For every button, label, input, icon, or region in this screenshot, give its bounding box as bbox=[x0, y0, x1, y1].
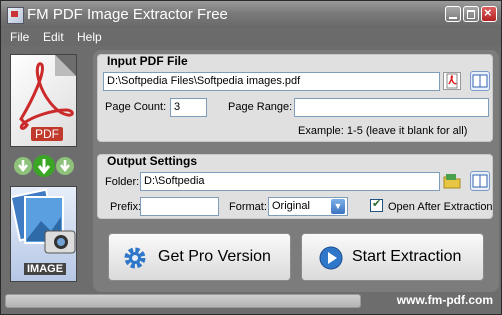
open-after-checkbox[interactable]: ✔ bbox=[370, 198, 383, 212]
app-window: FM PDF Image Extractor Free × File Edit … bbox=[0, 0, 502, 315]
app-icon bbox=[7, 7, 24, 24]
page-range-input[interactable] bbox=[294, 98, 489, 117]
format-label: Format: bbox=[229, 201, 267, 213]
window-title: FM PDF Image Extractor Free bbox=[27, 6, 228, 23]
checkmark-icon: ✔ bbox=[372, 198, 382, 210]
browse-folder-button[interactable] bbox=[470, 171, 490, 191]
image-document-icon: IMAGE bbox=[10, 186, 77, 282]
format-select[interactable]: Original ▼ bbox=[268, 197, 348, 216]
get-pro-version-label: Get Pro Version bbox=[158, 248, 271, 265]
close-button[interactable]: × bbox=[481, 5, 497, 22]
pdf-document-icon: PDF bbox=[10, 54, 77, 147]
minimize-icon bbox=[449, 17, 457, 19]
pdf-file-icon[interactable] bbox=[443, 72, 461, 90]
output-section-title: Output Settings bbox=[107, 154, 197, 168]
play-icon bbox=[319, 246, 343, 270]
page-count-label: Page Count: bbox=[105, 101, 167, 113]
maximize-button[interactable] bbox=[463, 6, 479, 22]
status-bar: www.fm-pdf.com bbox=[1, 292, 501, 314]
input-section-title: Input PDF File bbox=[107, 54, 188, 68]
output-folder-input[interactable]: D:\Softpedia bbox=[140, 172, 440, 191]
browse-file-button[interactable] bbox=[470, 71, 490, 91]
image-label: IMAGE bbox=[24, 263, 67, 275]
main-panel: Input PDF File D:\Softpedia Files\Softpe… bbox=[93, 50, 499, 292]
page-count-input[interactable]: 3 bbox=[170, 98, 207, 117]
pdf-file-path-input[interactable]: D:\Softpedia Files\Softpedia images.pdf bbox=[103, 72, 440, 91]
start-extraction-label: Start Extraction bbox=[352, 248, 462, 265]
book-icon bbox=[472, 74, 488, 88]
open-after-label[interactable]: Open After Extraction bbox=[388, 201, 493, 213]
pdf-label: PDF bbox=[31, 127, 63, 141]
page-range-example: Example: 1-5 (leave it blank for all) bbox=[298, 125, 468, 137]
prefix-label: Prefix: bbox=[110, 201, 142, 213]
menu-file[interactable]: File bbox=[10, 30, 29, 44]
folder-icon[interactable] bbox=[443, 172, 461, 190]
folder-label: Folder: bbox=[105, 176, 140, 188]
chevron-down-icon: ▼ bbox=[331, 199, 345, 214]
prefix-input[interactable] bbox=[140, 197, 219, 216]
menu-edit[interactable]: Edit bbox=[43, 30, 64, 44]
page-range-label: Page Range: bbox=[228, 101, 293, 113]
menu-bar: File Edit Help bbox=[1, 28, 501, 46]
format-value: Original bbox=[272, 200, 310, 212]
title-bar[interactable]: FM PDF Image Extractor Free × bbox=[1, 1, 501, 28]
get-pro-version-button[interactable]: Get Pro Version bbox=[108, 233, 291, 281]
start-extraction-button[interactable]: Start Extraction bbox=[301, 233, 484, 281]
gear-icon bbox=[123, 246, 147, 270]
menu-help[interactable]: Help bbox=[77, 30, 102, 44]
output-settings-group: Output Settings Folder: D:\Softpedia Pre… bbox=[97, 154, 493, 219]
input-pdf-group: Input PDF File D:\Softpedia Files\Softpe… bbox=[97, 54, 493, 142]
close-icon: × bbox=[484, 5, 492, 20]
book-icon bbox=[472, 174, 488, 188]
website-link[interactable]: www.fm-pdf.com bbox=[397, 293, 493, 307]
progress-bar bbox=[5, 294, 361, 308]
maximize-icon bbox=[467, 10, 475, 19]
convert-arrows-icon bbox=[12, 153, 76, 179]
minimize-button[interactable] bbox=[445, 6, 461, 22]
